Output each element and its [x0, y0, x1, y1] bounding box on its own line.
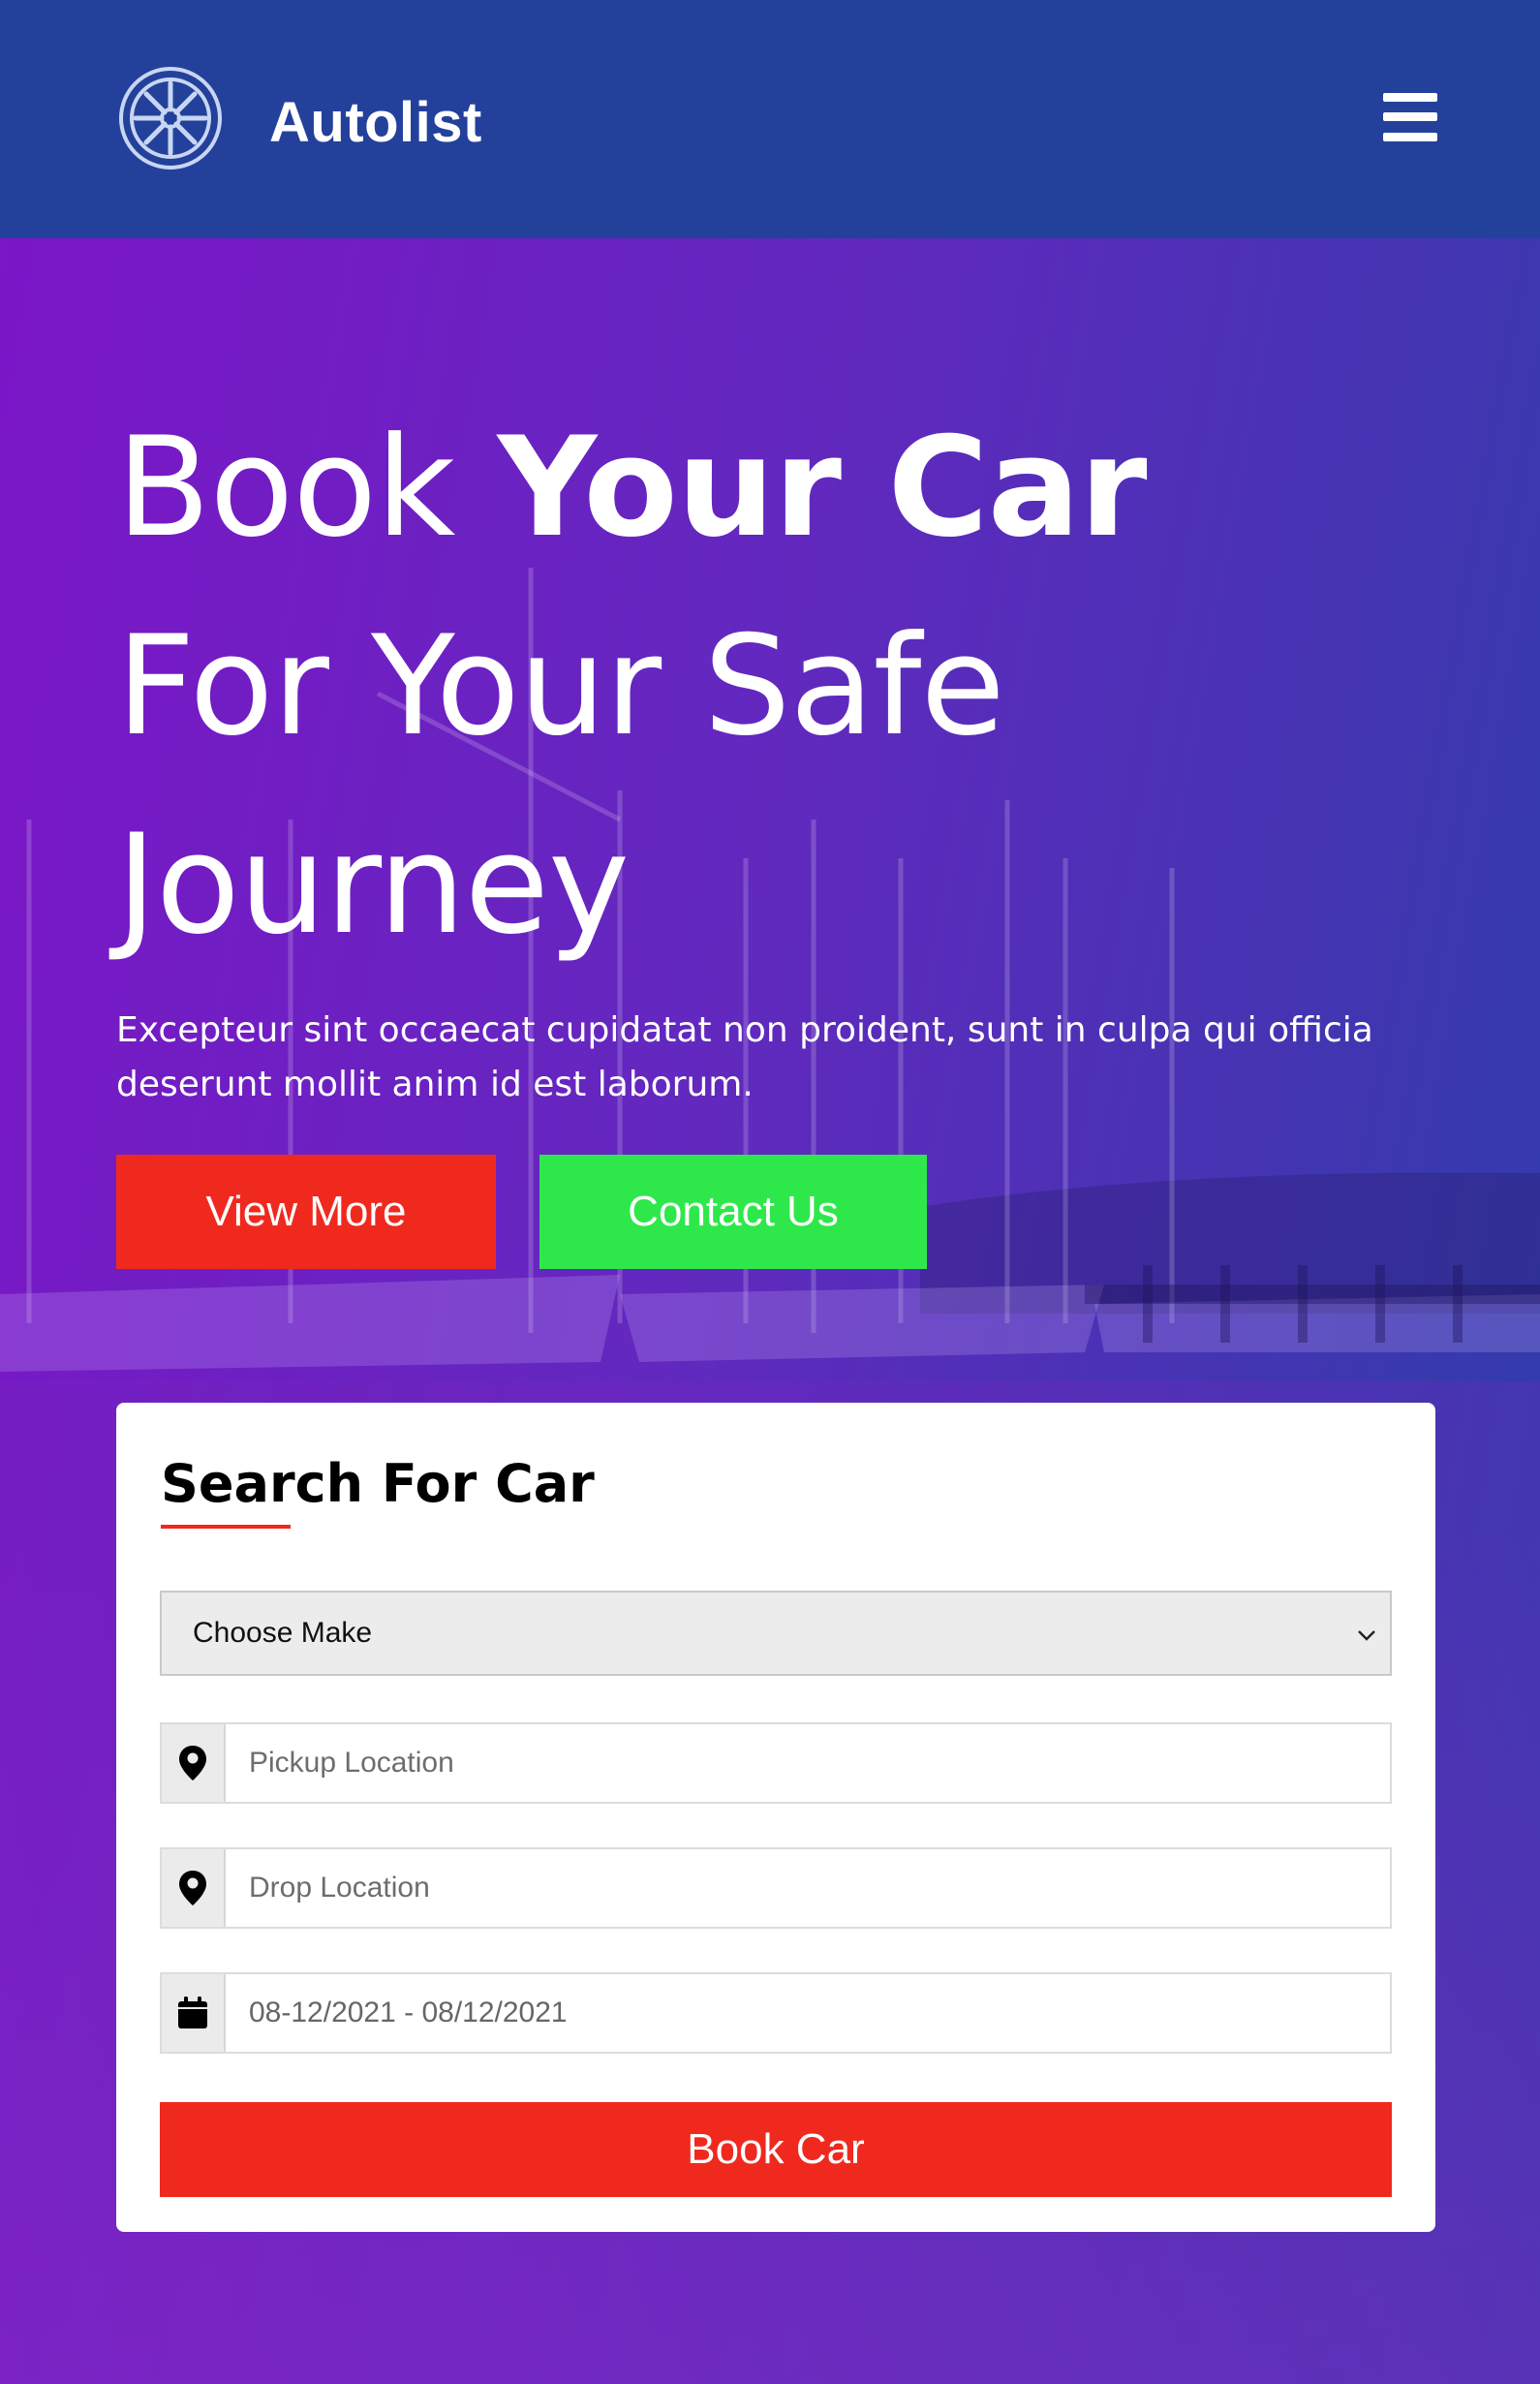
map-pin-icon	[179, 1871, 206, 1905]
drop-addon	[162, 1849, 226, 1927]
pickup-addon	[162, 1724, 226, 1802]
wheel-icon[interactable]	[118, 66, 223, 170]
hero-description: Excepteur sint occaecat cupidatat non pr…	[116, 1010, 1373, 1104]
make-select[interactable]: Choose Make	[160, 1591, 1392, 1676]
make-select-value: Choose Make	[193, 1617, 373, 1649]
date-addon	[162, 1974, 226, 2052]
headline-book: Book	[116, 408, 498, 568]
view-more-button[interactable]: View More	[116, 1155, 496, 1269]
site-header: Autolist	[0, 0, 1540, 238]
title-underline	[161, 1525, 291, 1529]
drop-location-field	[160, 1847, 1392, 1929]
map-pin-icon	[179, 1746, 206, 1780]
pickup-location-field	[160, 1722, 1392, 1804]
date-range-field	[160, 1972, 1392, 2054]
pickup-location-input[interactable]	[226, 1724, 1390, 1802]
search-car-card: Search For Car Choose Make Pickup Locati…	[116, 1403, 1435, 2232]
brand-name[interactable]: Autolist	[269, 90, 482, 155]
calendar-icon	[178, 1997, 207, 2028]
date-range-input[interactable]	[226, 1974, 1390, 2052]
contact-us-button[interactable]: Contact Us	[539, 1155, 927, 1269]
search-card-title: Search For Car	[161, 1453, 595, 1514]
headline-your-car: Your Car	[497, 408, 1148, 568]
headline-line-3: Journey	[116, 805, 630, 965]
headline-line-2: For Your Safe	[116, 606, 1005, 766]
hamburger-icon[interactable]	[1383, 93, 1437, 141]
drop-location-input[interactable]	[226, 1849, 1390, 1927]
hero-section: Book Your Car For Your Safe Journey Exce…	[0, 238, 1540, 2384]
book-car-button[interactable]: Book Car	[160, 2102, 1392, 2197]
hero-headline: Book Your Car For Your Safe Journey	[116, 388, 1375, 984]
chevron-down-icon	[1358, 1630, 1375, 1641]
